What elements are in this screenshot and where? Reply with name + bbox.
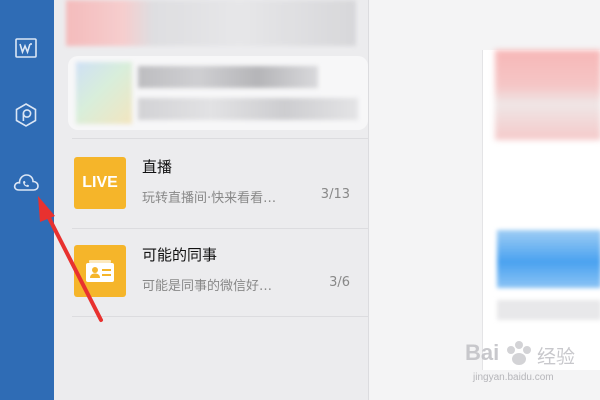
watermark-brand: Bai: [465, 340, 500, 365]
watermark-url: jingyan.baidu.com: [473, 372, 554, 383]
watermark-brand-2: 经验: [537, 346, 576, 368]
baidu-jingyan-watermark: Bai 经验 jingyan.baidu.com: [465, 334, 597, 390]
